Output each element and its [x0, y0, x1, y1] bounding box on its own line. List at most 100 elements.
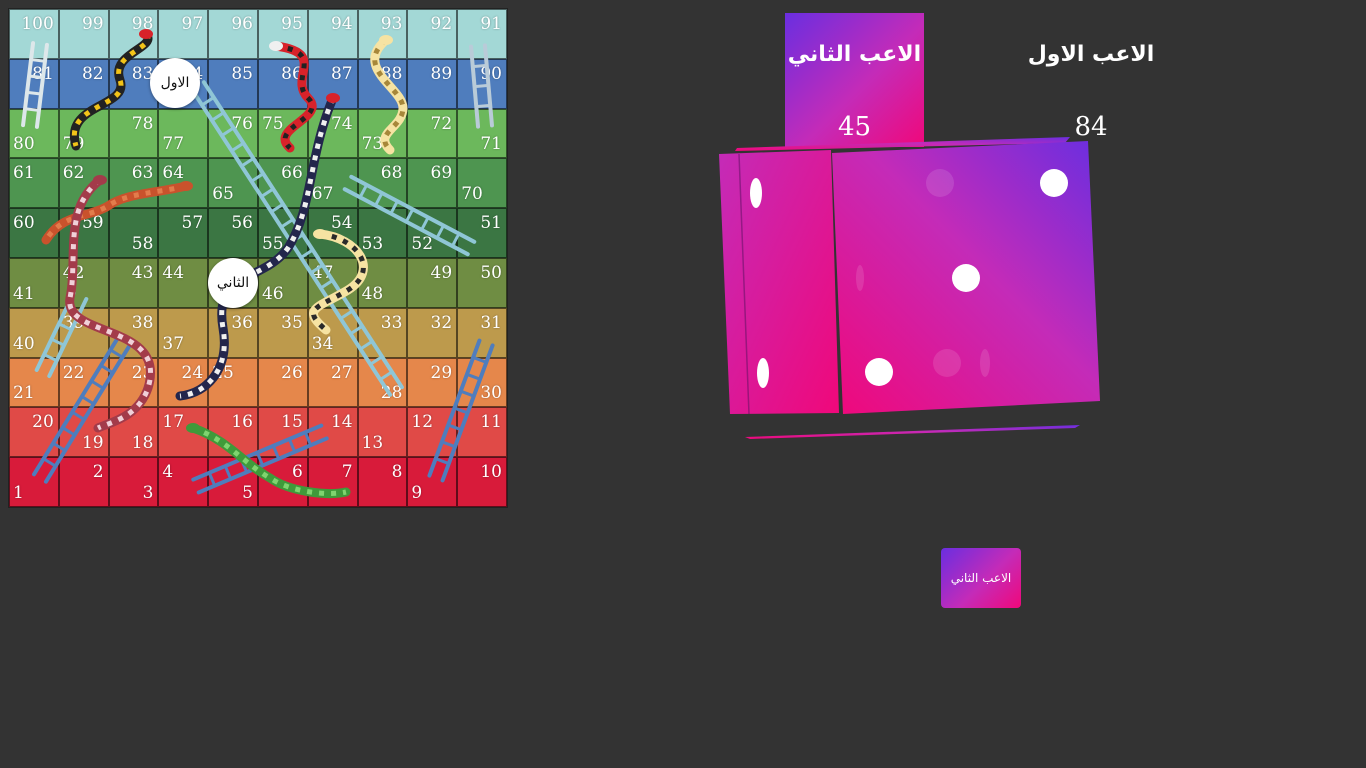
board-square-65: 65 — [208, 158, 258, 209]
board-square-50: 50 — [457, 257, 507, 308]
board-square-48: 48 — [357, 257, 408, 308]
board-square-34: 34 — [307, 307, 358, 358]
square-number: 72 — [430, 113, 453, 134]
player1-title: الاعب الاول — [1027, 42, 1155, 67]
square-number: 98 — [131, 14, 154, 34]
board-square-11: 11 — [457, 407, 507, 458]
dice-ghost-pip — [926, 169, 954, 197]
square-number: 79 — [62, 134, 85, 155]
square-number: 37 — [162, 333, 185, 354]
square-number: 63 — [131, 163, 154, 184]
square-number: 10 — [480, 462, 502, 483]
board-square-16: 16 — [208, 407, 258, 458]
board-square-13: 13 — [357, 407, 408, 458]
board-square-73: 73 — [357, 108, 408, 159]
dice-pip — [952, 264, 980, 292]
square-number: 33 — [380, 312, 403, 333]
square-number: 28 — [380, 383, 403, 404]
square-number: 70 — [461, 184, 483, 205]
board-square-7: 7 — [307, 457, 358, 507]
square-number: 55 — [261, 233, 284, 254]
square-number: 32 — [430, 312, 453, 333]
square-number: 99 — [81, 14, 104, 34]
square-number: 25 — [212, 362, 234, 383]
square-number: 78 — [131, 113, 154, 134]
square-number: 35 — [281, 312, 303, 333]
board-square-75: 75 — [257, 108, 308, 159]
board-square-77: 77 — [158, 108, 209, 159]
board-square-91: 91 — [457, 9, 507, 59]
board-square-1: 1 — [9, 457, 59, 507]
board-square-18: 18 — [108, 407, 159, 458]
square-number: 80 — [13, 134, 35, 155]
board-square-31: 31 — [457, 307, 507, 358]
board-square-14: 14 — [307, 407, 358, 458]
square-number: 47 — [311, 262, 334, 283]
dice-ghost-pip — [856, 265, 864, 291]
square-number: 92 — [430, 14, 453, 34]
board-square-39: 39 — [58, 307, 109, 358]
player1-token-label: الاول — [160, 75, 190, 91]
board-square-44: 44 — [158, 257, 209, 308]
board-square-81: 81 — [9, 58, 59, 109]
board-square-95: 95 — [257, 9, 308, 59]
square-number: 91 — [480, 14, 502, 34]
board-square-49: 49 — [407, 257, 458, 308]
board-square-99: 99 — [58, 9, 109, 59]
square-number: 42 — [62, 262, 85, 283]
square-number: 75 — [261, 113, 284, 134]
square-number: 59 — [81, 213, 104, 234]
board-square-58: 58 — [108, 208, 159, 258]
board-square-36: 36 — [208, 307, 258, 358]
board-square-82: 82 — [58, 58, 109, 109]
board-square-96: 96 — [208, 9, 258, 59]
dice[interactable] — [715, 135, 1105, 445]
square-number: 26 — [281, 362, 303, 383]
square-number: 39 — [62, 312, 85, 333]
square-number: 15 — [281, 412, 303, 433]
board-square-3: 3 — [108, 457, 159, 507]
board-square-46: 46 — [257, 257, 308, 308]
square-number: 100 — [21, 14, 54, 34]
board-square-59: 59 — [58, 208, 109, 258]
square-number: 65 — [212, 184, 234, 205]
roll-dice-button[interactable]: الاعب الثاني — [941, 548, 1021, 608]
square-number: 27 — [330, 362, 353, 383]
board-square-54: 54 — [307, 208, 358, 258]
board-square-27: 27 — [307, 357, 358, 408]
board-square-22: 22 — [58, 357, 109, 408]
board-square-30: 30 — [457, 357, 507, 408]
square-number: 19 — [81, 433, 104, 454]
board-square-20: 20 — [9, 407, 59, 458]
dice-pip — [1040, 169, 1068, 197]
board-square-61: 61 — [9, 158, 59, 209]
game-board: 1009998979695949392918182838485868788899… — [8, 8, 508, 508]
player1-token: الاول — [150, 58, 200, 108]
board-square-57: 57 — [158, 208, 209, 258]
square-number: 49 — [430, 262, 453, 283]
board-square-17: 17 — [158, 407, 209, 458]
board-square-25: 25 — [208, 357, 258, 408]
board-square-4: 4 — [158, 457, 209, 507]
square-number: 69 — [430, 163, 453, 184]
board-square-62: 62 — [58, 158, 109, 209]
board-square-42: 42 — [58, 257, 109, 308]
square-number: 1 — [13, 482, 24, 503]
board-square-2: 2 — [58, 457, 109, 507]
board-square-47: 47 — [307, 257, 358, 308]
square-number: 12 — [411, 412, 434, 433]
square-number: 23 — [131, 362, 154, 383]
board-square-69: 69 — [407, 158, 458, 209]
square-number: 74 — [330, 113, 353, 134]
square-number: 8 — [391, 462, 403, 483]
square-number: 40 — [13, 333, 35, 354]
board-square-55: 55 — [257, 208, 308, 258]
square-number: 96 — [231, 14, 253, 34]
square-number: 97 — [181, 14, 204, 34]
dice-graphic — [719, 137, 1100, 439]
player2-token: الثاني — [208, 258, 258, 308]
square-number: 50 — [480, 262, 502, 283]
square-number: 20 — [32, 412, 54, 433]
square-number: 77 — [162, 134, 185, 155]
board-square-15: 15 — [257, 407, 308, 458]
